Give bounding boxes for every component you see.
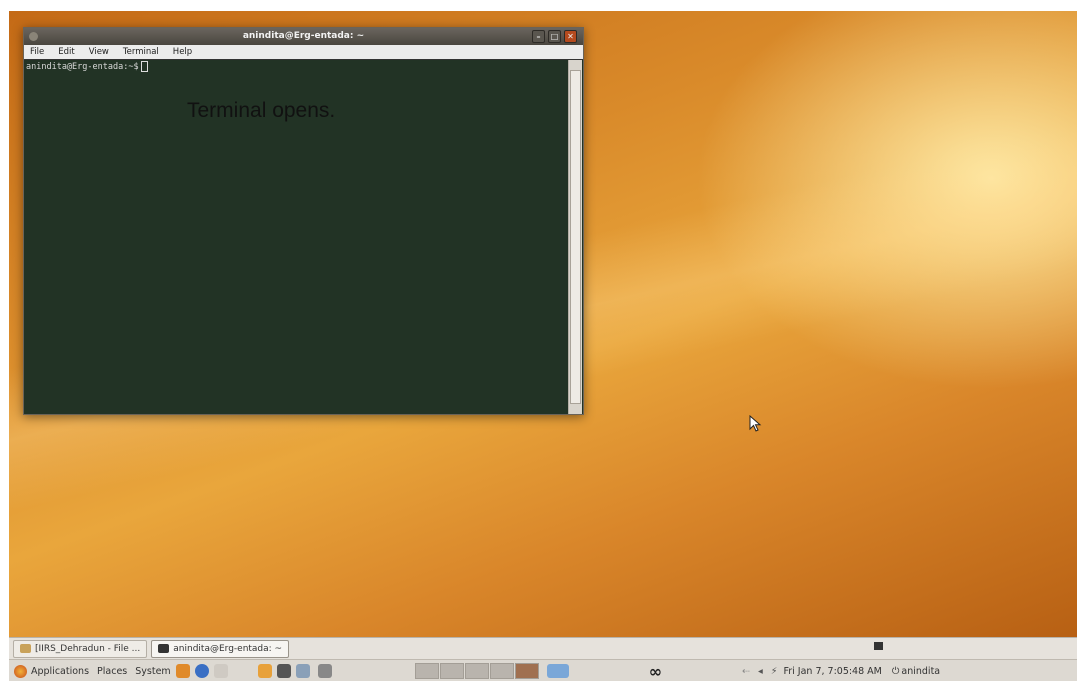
taskbar-item-label: anindita@Erg-entada: ~	[173, 643, 283, 654]
terminal-icon	[158, 644, 170, 653]
maximize-button[interactable]: □	[548, 30, 561, 43]
text-editor-icon[interactable]	[213, 664, 228, 678]
menu-terminal[interactable]: Terminal	[123, 45, 159, 59]
image-viewer-icon[interactable]	[295, 664, 310, 678]
infinity-icon[interactable]: ∞	[649, 662, 662, 681]
taskbar-item-label: [IIRS_Dehradun - File ...	[35, 643, 141, 654]
places-menu[interactable]: Places	[97, 666, 127, 677]
terminal-title: anindita@Erg-entada: ~	[242, 31, 365, 41]
scrollbar-thumb[interactable]	[570, 70, 581, 404]
notification-area-icon[interactable]	[874, 642, 883, 650]
annotation-caption: Terminal opens.	[187, 99, 336, 122]
terminal-prompt: anindita@Erg-entada:~$	[26, 62, 139, 72]
terminal-app-icon	[29, 32, 38, 41]
menu-edit[interactable]: Edit	[58, 45, 74, 59]
top-panel: Applications Places System ∞ ⇠ ◂ ⚡ Fri J…	[9, 659, 1077, 681]
power-button-icon[interactable]: ⏻	[892, 666, 900, 677]
terminal-prompt-line: anindita@Erg-entada:~$	[26, 61, 148, 72]
desktop[interactable]: anindita@Erg-entada: ~ – □ ✕ File Edit V…	[9, 11, 1077, 681]
network-icon[interactable]: ⇠	[742, 666, 750, 677]
workspace-4[interactable]	[489, 663, 514, 679]
applications-menu[interactable]: Applications	[31, 666, 89, 677]
terminal-window[interactable]: anindita@Erg-entada: ~ – □ ✕ File Edit V…	[23, 27, 584, 415]
ubuntu-logo-icon[interactable]	[14, 664, 27, 678]
mouse-pointer-icon	[749, 415, 762, 432]
workspace-1[interactable]	[414, 663, 439, 679]
taskbar-item-terminal[interactable]: anindita@Erg-entada: ~	[151, 639, 290, 658]
terminal-cursor	[140, 61, 148, 72]
workspace-3[interactable]	[464, 663, 489, 679]
menu-help[interactable]: Help	[173, 45, 192, 59]
system-menu[interactable]: System	[135, 666, 170, 677]
minimize-button[interactable]: –	[532, 30, 545, 43]
calculator-icon[interactable]	[317, 664, 332, 678]
help-icon[interactable]	[194, 664, 209, 678]
terminal-menubar: File Edit View Terminal Help	[24, 45, 583, 59]
terminal-scrollbar[interactable]	[568, 60, 582, 414]
terminal-titlebar[interactable]: anindita@Erg-entada: ~ – □ ✕	[24, 28, 583, 45]
volume-icon[interactable]: ◂	[758, 666, 763, 677]
firefox-icon[interactable]	[175, 664, 190, 678]
clock[interactable]: Fri Jan 7, 7:05:48 AM	[783, 666, 881, 677]
folder-icon	[20, 644, 31, 653]
power-icon[interactable]: ⚡	[771, 666, 778, 677]
close-button[interactable]: ✕	[564, 30, 577, 43]
workspace-2[interactable]	[439, 663, 464, 679]
file-manager-icon[interactable]	[257, 664, 272, 678]
screen-icon[interactable]	[276, 664, 291, 678]
workspace-5[interactable]	[514, 663, 539, 679]
window-list-panel: [IIRS_Dehradun - File ... anindita@Erg-e…	[9, 637, 1077, 659]
applet-icon[interactable]	[546, 664, 569, 678]
user-name[interactable]: anindita	[901, 666, 940, 677]
taskbar-item-file-manager[interactable]: [IIRS_Dehradun - File ...	[13, 639, 148, 658]
menu-view[interactable]: View	[89, 45, 109, 59]
workspace-switcher[interactable]	[414, 663, 539, 679]
menu-file[interactable]: File	[30, 45, 44, 59]
